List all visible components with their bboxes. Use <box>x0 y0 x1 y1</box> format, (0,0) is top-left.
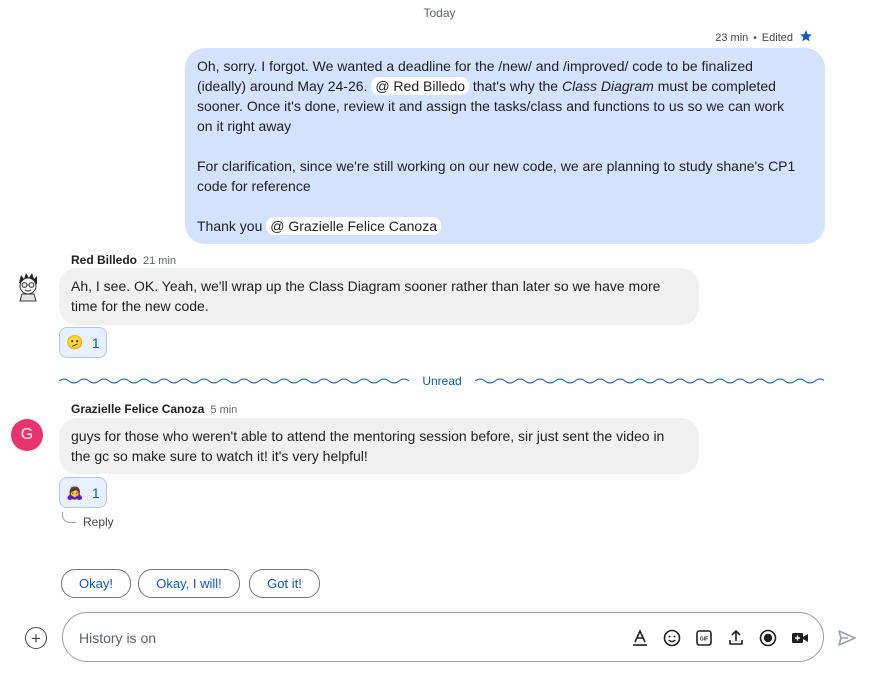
own-message-line: (ideally) around May 24-26. @ Red Billed… <box>197 76 813 96</box>
mention-grazielle[interactable]: @ Grazielle Felice Canoza <box>266 217 441 235</box>
record-icon[interactable] <box>757 627 779 649</box>
suggestion-chip-got-it[interactable]: Got it! <box>249 569 320 598</box>
message-input[interactable] <box>79 627 579 649</box>
sender-name: Red Billedo <box>71 253 138 267</box>
own-message-text: Thank you <box>197 218 263 234</box>
emoji-icon[interactable] <box>661 627 683 649</box>
own-message-italic: Class Diagram <box>561 78 654 94</box>
svg-text:GIF: GIF <box>700 637 708 643</box>
reaction-chip[interactable]: 🫤 1 <box>59 327 107 358</box>
video-meeting-icon[interactable] <box>789 627 811 649</box>
message-bubble[interactable]: Ah, I see. OK. Yeah, we'll wrap up the C… <box>59 268 699 325</box>
own-message-line: on it right away <box>197 118 292 134</box>
suggestion-chip-okay[interactable]: Okay! <box>61 569 131 598</box>
reaction-count: 1 <box>91 334 100 351</box>
own-message-bubble[interactable]: Oh, sorry. I forgot. We wanted a deadlin… <box>185 48 825 244</box>
own-message-line: Thank you @ Grazielle Felice Canoza <box>197 216 813 236</box>
own-message-meta: 23 min • Edited <box>715 32 793 44</box>
unread-divider: Unread <box>59 373 824 391</box>
reply-link[interactable]: Reply <box>83 515 114 529</box>
reply-hook-icon <box>62 512 76 523</box>
own-message-text: that's why the <box>472 78 559 94</box>
reaction-emoji: 🙇‍♀️ <box>66 484 84 500</box>
send-icon[interactable] <box>836 627 858 649</box>
message-time: 5 min <box>210 404 238 416</box>
sender-grazielle: Grazielle Felice Canoza 5 min <box>71 402 237 416</box>
reaction-chip[interactable]: 🙇‍♀️ 1 <box>59 477 107 508</box>
own-message-text: (ideally) around May 24-26. <box>197 78 368 94</box>
edited-label: Edited <box>761 32 793 44</box>
mention-at: @ <box>375 78 390 94</box>
star-icon[interactable] <box>799 29 813 43</box>
format-text-icon[interactable] <box>629 627 651 649</box>
reaction-count: 1 <box>91 484 100 501</box>
message-time: 21 min <box>143 255 177 267</box>
suggestion-chip-okay-i-will[interactable]: Okay, I will! <box>138 569 240 598</box>
avatar-red-billedo[interactable] <box>12 270 44 302</box>
own-message-line: sooner. Once it's done, review it and as… <box>197 98 785 114</box>
mention-red-billedo[interactable]: @ Red Billedo <box>371 77 470 95</box>
message-bubble[interactable]: guys for those who weren't able to atten… <box>59 418 699 474</box>
message-composer: GIF <box>62 612 824 662</box>
sender-name: Grazielle Felice Canoza <box>71 402 205 416</box>
reaction-emoji: 🫤 <box>66 334 84 350</box>
avatar-grazielle[interactable]: G <box>11 419 43 451</box>
gif-icon[interactable]: GIF <box>693 627 715 649</box>
own-message-paragraph: For clarification, since we're still wor… <box>197 158 796 194</box>
wave-line-left <box>59 378 409 384</box>
own-message-text: must be completed <box>657 78 776 94</box>
wave-line-right <box>475 378 824 384</box>
day-divider: Today <box>423 6 456 20</box>
meta-separator: • <box>753 32 757 44</box>
add-icon[interactable]: + <box>25 627 47 649</box>
upload-icon[interactable] <box>725 627 747 649</box>
own-message-time: 23 min <box>715 32 749 44</box>
mention-at: @ <box>270 218 285 234</box>
unread-label: Unread <box>422 374 462 388</box>
mention-name: Red Billedo <box>393 78 466 94</box>
own-message-line: Oh, sorry. I forgot. We wanted a deadlin… <box>197 58 753 74</box>
mention-name: Grazielle Felice Canoza <box>288 218 437 234</box>
sender-red-billedo: Red Billedo 21 min <box>71 253 176 267</box>
